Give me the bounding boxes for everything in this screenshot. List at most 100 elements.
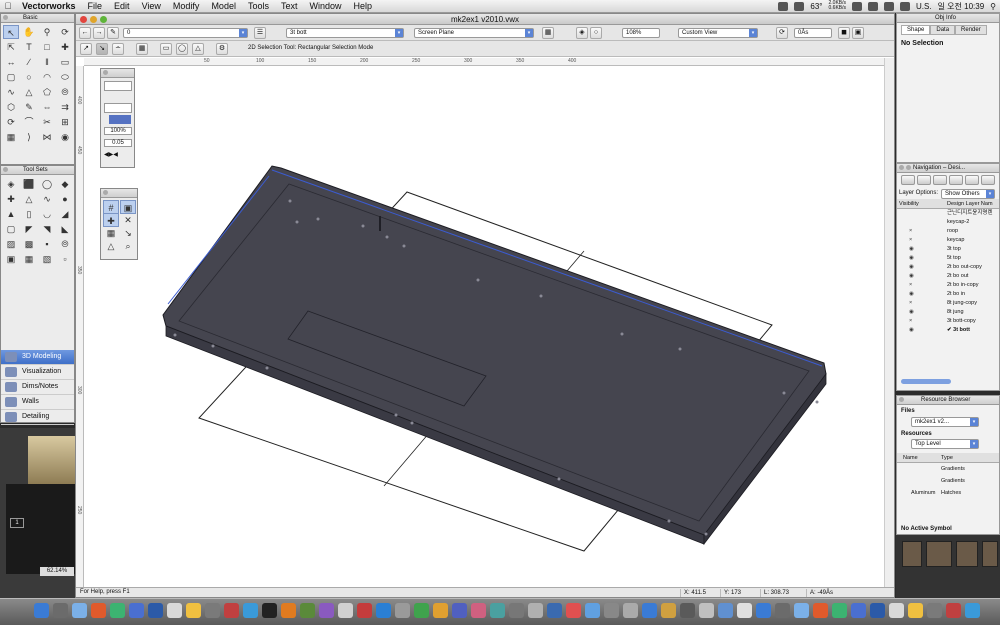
calendar-icon[interactable] — [300, 603, 315, 618]
menu-tools[interactable]: Tools — [242, 1, 275, 11]
menu-model[interactable]: Model — [205, 1, 242, 11]
bluetooth-icon[interactable] — [868, 1, 879, 11]
snap-object-icon[interactable]: ▣ — [120, 200, 136, 214]
clip-tool-icon[interactable]: ⊞ — [57, 115, 73, 129]
circle-tool-icon[interactable]: ○ — [21, 70, 37, 84]
snap-surface-icon[interactable]: △ — [103, 239, 119, 253]
app-icon[interactable] — [642, 603, 657, 618]
files-popup[interactable]: mk2ex1 v2... ▾ — [911, 417, 979, 427]
selection-mode-icon[interactable]: ↗ — [80, 43, 92, 55]
preview-icon[interactable] — [205, 603, 220, 618]
layer-row[interactable]: keycap-2 — [897, 218, 999, 227]
oval-tool-icon[interactable]: ⬭ — [57, 70, 73, 84]
layer-row[interactable]: ◉ 2t bo out — [897, 272, 999, 281]
hemisphere-icon[interactable]: ◡ — [39, 207, 55, 221]
projection-icon[interactable]: ○ — [590, 27, 602, 39]
angle-field[interactable]: A: -49Ås — [806, 589, 833, 597]
surface-icon[interactable]: ▧ — [39, 252, 55, 266]
view-popup[interactable]: Custom View ▾ — [678, 28, 758, 38]
snap-tangent-icon[interactable]: ↘ — [120, 226, 136, 240]
layer-visibility-toggle[interactable]: × — [909, 236, 912, 245]
app-icon[interactable] — [623, 603, 638, 618]
rectangular-selection-icon[interactable]: ↘ — [96, 43, 108, 55]
snap-intersect-icon[interactable]: ✕ — [120, 213, 136, 227]
menu-help[interactable]: Help — [348, 1, 379, 11]
dropbox-icon[interactable] — [794, 1, 805, 11]
transform-icon[interactable]: ▦ — [136, 43, 148, 55]
layer-visibility-toggle[interactable]: ◉ — [909, 254, 914, 263]
zoom-button[interactable] — [100, 16, 107, 23]
vertical-scrollbar[interactable] — [884, 58, 894, 588]
layer-visibility-toggle[interactable]: × — [909, 317, 912, 326]
subdivision-icon[interactable]: ▦ — [21, 252, 37, 266]
offset-tool-icon[interactable]: ⇉ — [57, 100, 73, 114]
polygonal-selection-icon[interactable]: ∸ — [112, 43, 124, 55]
nav-design-layers-icon[interactable] — [917, 175, 931, 185]
layer-visibility-toggle[interactable]: × — [909, 227, 912, 236]
utility-icon[interactable] — [395, 603, 410, 618]
menu-view[interactable]: View — [136, 1, 167, 11]
finder-icon[interactable] — [756, 603, 771, 618]
lightroom-icon[interactable] — [167, 603, 182, 618]
close-button[interactable] — [899, 397, 904, 402]
extrude-icon[interactable]: ⬛ — [21, 177, 37, 191]
resource-row[interactable]: Gradients — [897, 475, 999, 487]
vectorworks-icon[interactable] — [509, 603, 524, 618]
finder-icon[interactable] — [34, 603, 49, 618]
dashboard-icon[interactable] — [53, 603, 68, 618]
arrowheads-icon[interactable]: ◀▶◀ — [104, 151, 132, 158]
3d-locus-icon[interactable]: ✚ — [3, 192, 19, 206]
eyedropper-icon[interactable]: ✎ — [21, 100, 37, 114]
chamfer-edge-icon[interactable]: ◥ — [39, 222, 55, 236]
layer-visibility-toggle[interactable]: ◉ — [909, 245, 914, 254]
layer-row[interactable]: × 2t bo in-copy — [897, 281, 999, 290]
locus-tool-icon[interactable]: ✚ — [57, 40, 73, 54]
menu-edit[interactable]: Edit — [108, 1, 136, 11]
quicktime-icon[interactable] — [528, 603, 543, 618]
itunes-icon[interactable] — [908, 603, 923, 618]
tool-set-3d-modeling[interactable]: 3D Modeling — [1, 350, 74, 365]
rect-mode-icon[interactable]: ▭ — [160, 43, 172, 55]
snap-grid-icon[interactable]: # — [103, 200, 119, 214]
app-icon[interactable] — [585, 603, 600, 618]
nav-views-icon[interactable] — [949, 175, 963, 185]
trash-icon[interactable] — [737, 603, 752, 618]
layer-row[interactable]: × 8t jung-copy — [897, 299, 999, 308]
app-store-icon[interactable] — [243, 603, 258, 618]
textedit-icon[interactable] — [338, 603, 353, 618]
3d-polygon-icon[interactable]: △ — [21, 192, 37, 206]
polyline-tool-icon[interactable]: △ — [21, 85, 37, 99]
split-by-line-icon[interactable]: ▪ — [39, 237, 55, 251]
volume-icon[interactable] — [900, 1, 911, 11]
col-name[interactable]: Design Layer Nam — [947, 199, 993, 209]
close-button[interactable] — [80, 16, 87, 23]
lightroom-icon[interactable] — [889, 603, 904, 618]
layer-popup[interactable]: 3t bott ▾ — [286, 28, 404, 38]
chrome-icon[interactable] — [110, 603, 125, 618]
layer-row[interactable]: ◉ 8t jung — [897, 308, 999, 317]
snap-distance-icon[interactable]: ▦ — [103, 226, 119, 240]
polygon-mode-icon[interactable]: △ — [192, 43, 204, 55]
opacity-field[interactable]: 100% — [104, 127, 132, 135]
taper-face-icon[interactable]: ◢ — [57, 207, 73, 221]
drawing-canvas[interactable] — [84, 66, 886, 588]
push-pull-icon[interactable]: ◈ — [3, 177, 19, 191]
selection-tool-icon[interactable]: ↖ — [3, 25, 19, 39]
menu-file[interactable]: File — [82, 1, 109, 11]
minimize-button[interactable] — [90, 16, 97, 23]
loft-icon[interactable]: ◆ — [57, 177, 73, 191]
terminal-icon[interactable] — [262, 603, 277, 618]
tab-render[interactable]: Render — [955, 25, 987, 35]
pan-tool-icon[interactable]: ✋ — [21, 25, 37, 39]
layer-row[interactable]: ◉ ✔ 3t bott — [897, 326, 999, 335]
layer-visibility-toggle[interactable]: ◉ — [909, 272, 914, 281]
class-icon[interactable]: ✎ — [107, 27, 119, 39]
downloads-icon[interactable] — [718, 603, 733, 618]
tool-set-walls[interactable]: Walls — [1, 395, 74, 410]
wifi-icon[interactable] — [884, 1, 895, 11]
nurbs-curve-icon[interactable]: ∿ — [39, 192, 55, 206]
skype-icon[interactable] — [376, 603, 391, 618]
cylinder-icon[interactable]: ▯ — [21, 207, 37, 221]
class-popup[interactable]: 0 ▾ — [123, 28, 248, 38]
menu-text[interactable]: Text — [275, 1, 304, 11]
